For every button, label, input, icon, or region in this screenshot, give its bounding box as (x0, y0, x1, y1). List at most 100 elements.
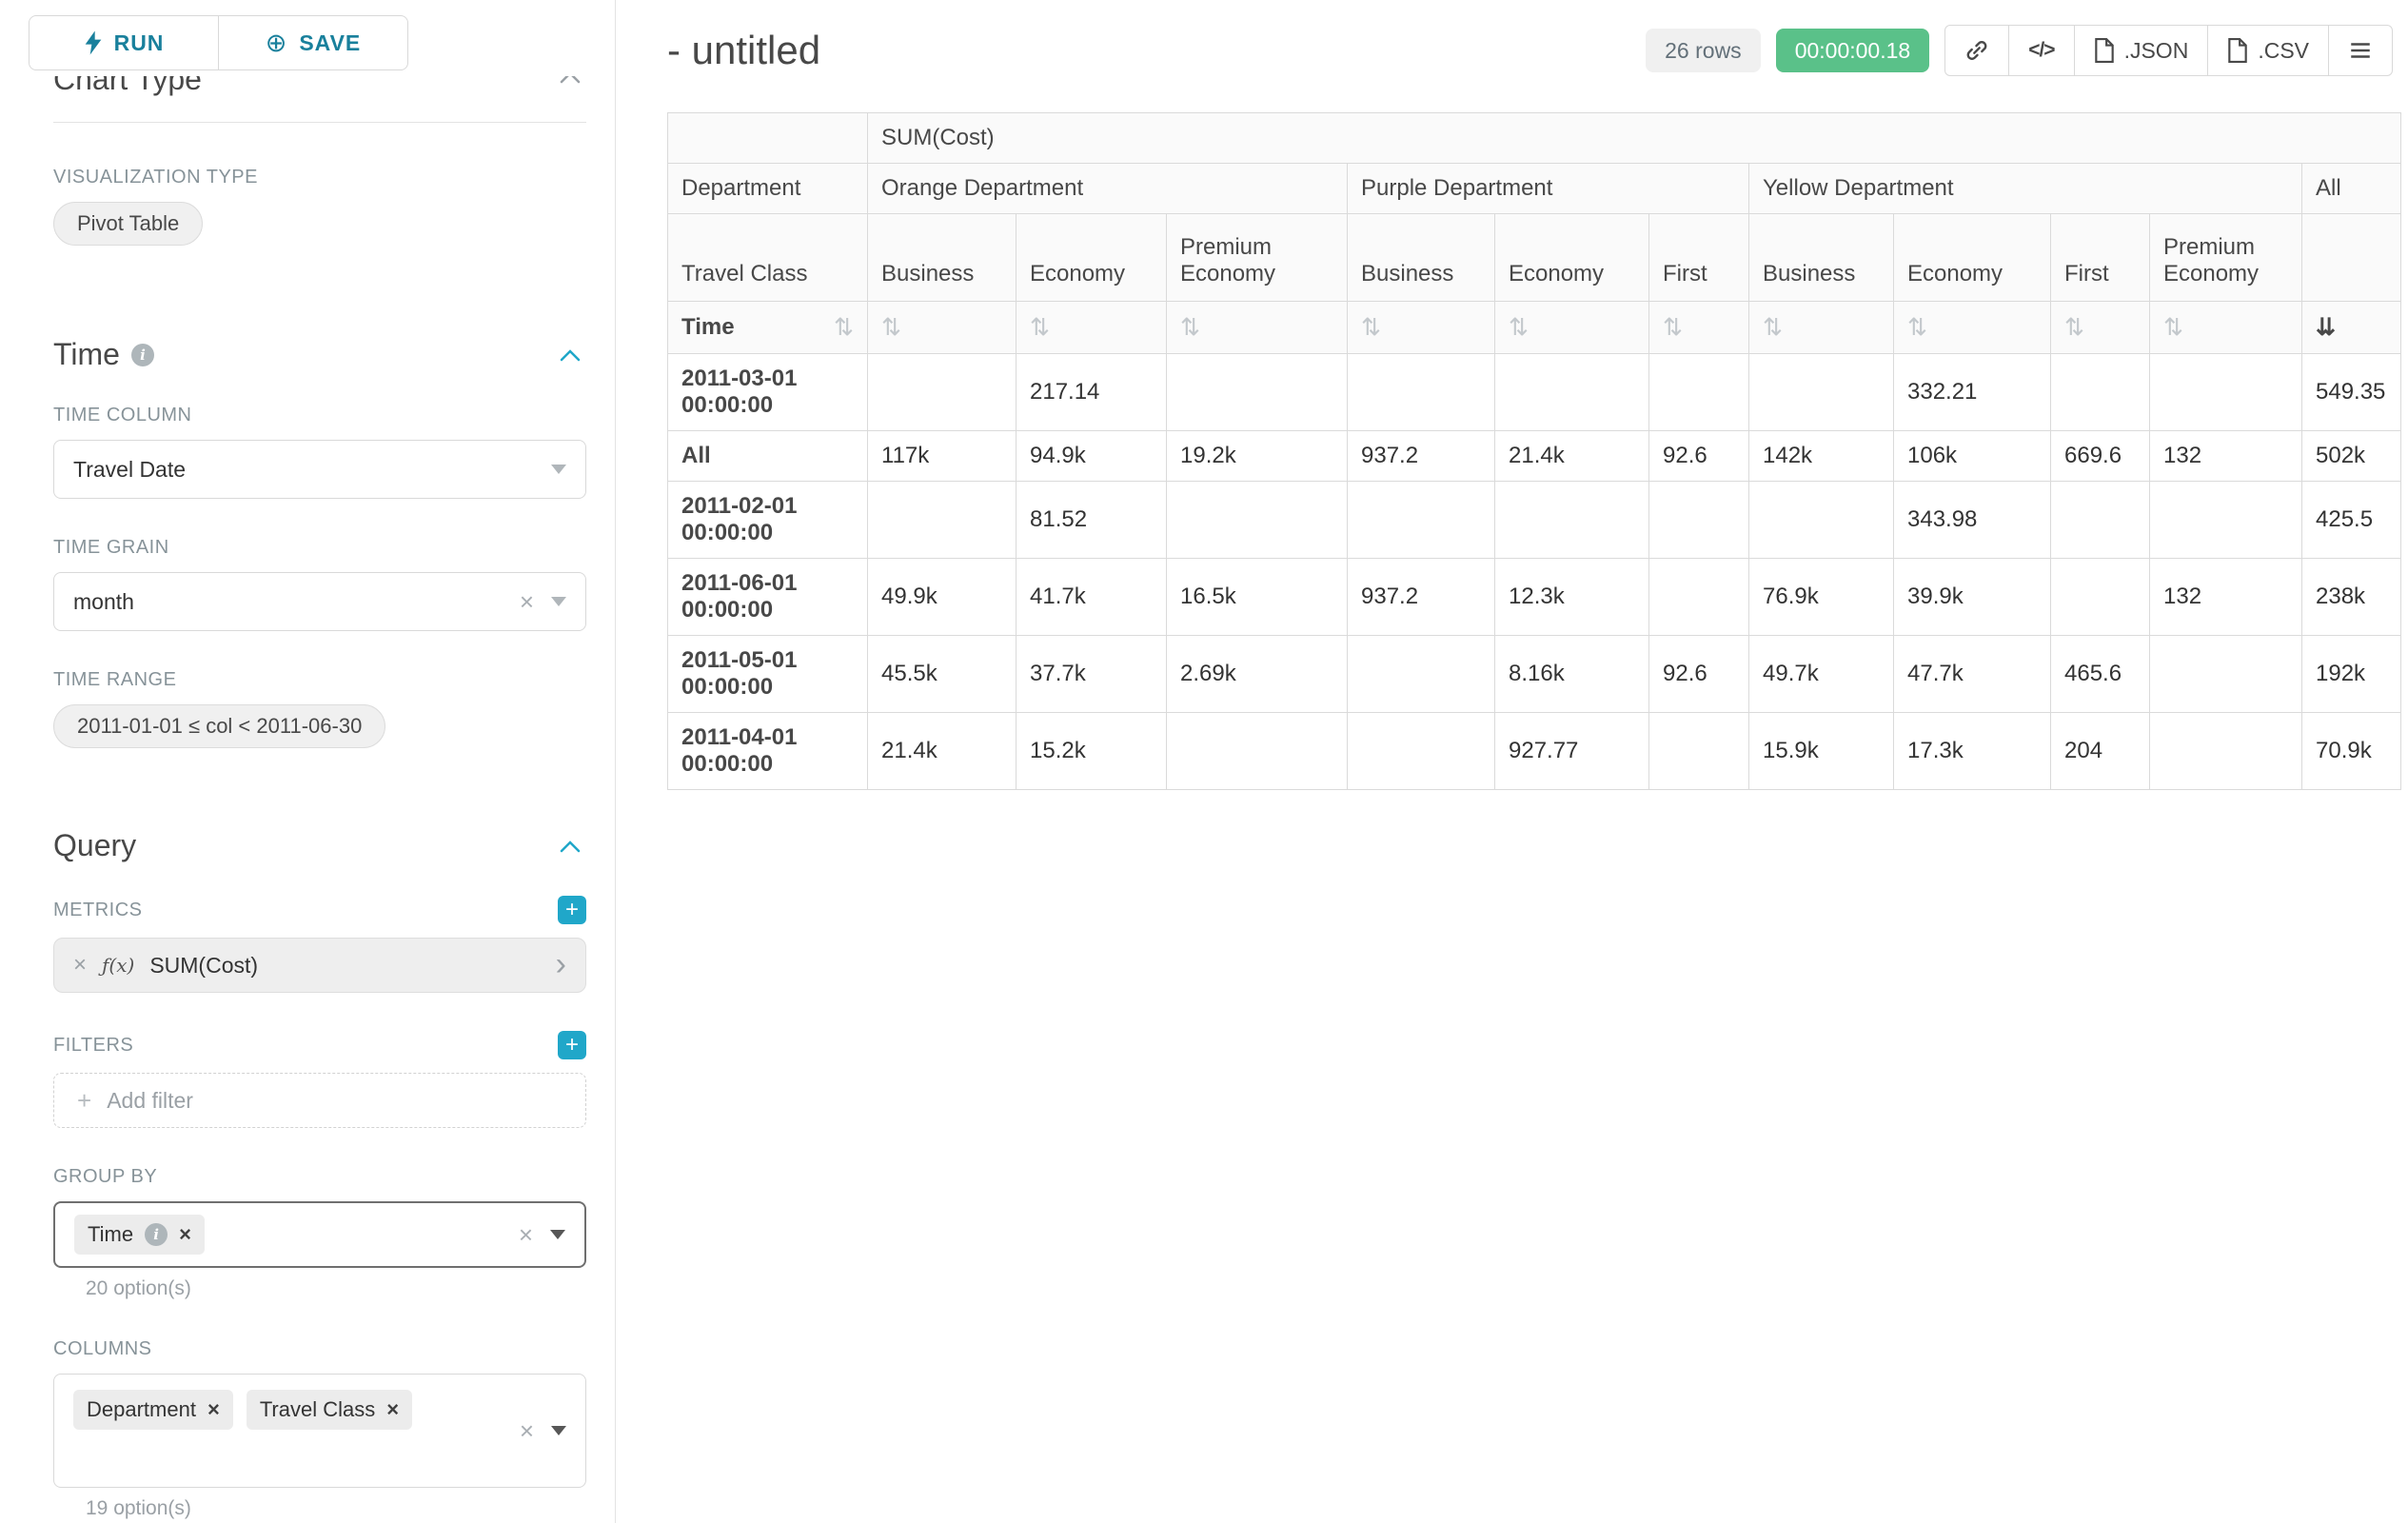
columns-tag-label: Travel Class (260, 1397, 375, 1422)
table-cell (2150, 354, 2302, 431)
metric-pill[interactable]: × ƒ(x) SUM(Cost) › (53, 938, 586, 993)
chevron-down-icon[interactable] (551, 465, 566, 474)
add-filter-dropzone[interactable]: + Add filter (53, 1073, 586, 1128)
add-metric-button[interactable]: + (558, 896, 586, 924)
table-cell: 132 (2150, 431, 2302, 482)
column-sort-cell[interactable]: ⇅ (868, 302, 1016, 354)
column-sort-cell[interactable]: ⇅ (1749, 302, 1894, 354)
sort-icon[interactable]: ⇅ (834, 313, 854, 342)
column-sort-cell[interactable]: ⇅ (1016, 302, 1167, 354)
export-csv-button[interactable]: .CSV (2207, 25, 2329, 76)
column-sort-cell[interactable]: ⇅ (1348, 302, 1495, 354)
clear-icon[interactable]: × (520, 1418, 534, 1443)
export-json-button[interactable]: .JSON (2074, 25, 2209, 76)
group-by-tag[interactable]: Time i × (74, 1215, 205, 1255)
sort-toggle-icon[interactable]: ⇅ (1663, 314, 1683, 341)
sort-toggle-icon[interactable]: ⇅ (1180, 314, 1200, 341)
group-header-cell: Yellow Department (1749, 164, 2302, 214)
table-cell (2051, 559, 2150, 636)
remove-metric-icon[interactable]: × (73, 952, 87, 979)
table-cell: 16.5k (1167, 559, 1348, 636)
row-header: All (668, 431, 868, 482)
chart-title[interactable]: - untitled (667, 28, 820, 73)
table-cell: 19.2k (1167, 431, 1348, 482)
menu-icon (2348, 38, 2373, 63)
metric-header-cell: SUM(Cost) (868, 113, 2401, 164)
column-sort-cell[interactable]: ⇅ (1495, 302, 1649, 354)
column-sort-cell[interactable]: ⇅ (1649, 302, 1749, 354)
time-sort-cell[interactable]: Time ⇅ (668, 302, 868, 354)
time-range-value[interactable]: 2011-01-01 ≤ col < 2011-06-30 (53, 704, 385, 748)
clear-icon[interactable]: × (520, 589, 534, 614)
time-column-label: TIME COLUMN (53, 405, 586, 426)
table-cell (1348, 482, 1495, 559)
sort-toggle-icon[interactable]: ⇅ (1907, 314, 1927, 341)
columns-select[interactable]: Department × Travel Class × × (53, 1374, 586, 1488)
sort-toggle-icon[interactable]: ⇅ (1361, 314, 1381, 341)
query-duration-badge: 00:00:00.18 (1776, 29, 1930, 72)
chevron-down-icon[interactable] (551, 597, 566, 606)
column-sort-cell[interactable]: ⇊ (2302, 302, 2401, 354)
info-icon[interactable]: i (131, 344, 154, 366)
sort-toggle-icon[interactable]: ⇅ (1763, 314, 1783, 341)
share-link-button[interactable] (1944, 25, 2009, 76)
column-sort-cell[interactable]: ⇅ (2150, 302, 2302, 354)
table-cell: 15.9k (1749, 713, 1894, 790)
view-query-button[interactable]: </> (2008, 25, 2074, 76)
time-column-select[interactable]: Travel Date (53, 440, 586, 499)
table-cell (1749, 482, 1894, 559)
add-filter-button[interactable]: + (558, 1031, 586, 1059)
sort-toggle-icon[interactable]: ⇅ (2064, 314, 2084, 341)
table-row: All117k94.9k19.2k937.221.4k92.6142k106k6… (668, 431, 2401, 482)
link-icon (1964, 38, 1989, 63)
table-cell: 927.77 (1495, 713, 1649, 790)
class-header-cell: Business (1348, 214, 1495, 302)
sort-toggle-icon[interactable]: ⇅ (881, 314, 901, 341)
chevron-up-icon[interactable] (560, 840, 581, 853)
time-grain-control: TIME GRAIN month × (53, 537, 586, 631)
run-button[interactable]: RUN (29, 15, 219, 70)
table-cell (1649, 713, 1749, 790)
row-header: 2011-02-01 00:00:00 (668, 482, 868, 559)
remove-tag-icon[interactable]: × (207, 1397, 220, 1422)
table-cell: 132 (2150, 559, 2302, 636)
visualization-type-control: VISUALIZATION TYPE Pivot Table (53, 167, 586, 246)
table-cell (1495, 482, 1649, 559)
sort-toggle-icon[interactable]: ⇅ (1030, 314, 1050, 341)
chevron-right-icon[interactable]: › (556, 952, 566, 978)
table-cell: 21.4k (1495, 431, 1649, 482)
fx-icon: ƒ(x) (102, 954, 134, 977)
visualization-type-value[interactable]: Pivot Table (53, 202, 203, 246)
chevron-up-icon[interactable] (560, 76, 581, 84)
info-icon[interactable]: i (145, 1223, 168, 1246)
table-cell (1167, 482, 1348, 559)
save-button[interactable]: ⊕ SAVE (218, 15, 408, 70)
group-by-tag-label: Time (88, 1222, 133, 1247)
clear-icon[interactable]: × (519, 1222, 533, 1247)
time-grain-label: TIME GRAIN (53, 537, 586, 559)
filters-label: FILTERS (53, 1035, 133, 1057)
group-by-select[interactable]: Time i × × (53, 1201, 586, 1268)
chevron-up-icon[interactable] (560, 348, 581, 362)
table-cell: 502k (2302, 431, 2401, 482)
columns-tag[interactable]: Travel Class × (247, 1390, 412, 1430)
sort-toggle-icon[interactable]: ⇅ (2163, 314, 2183, 341)
sort-header-row: Time ⇅ ⇅ ⇅ ⇅ ⇅ ⇅ ⇅ ⇅ ⇅ ⇅ ⇅ ⇊ (668, 302, 2401, 354)
table-cell: 142k (1749, 431, 1894, 482)
menu-button[interactable] (2328, 25, 2393, 76)
table-cell: 70.9k (2302, 713, 2401, 790)
table-cell: 45.5k (868, 636, 1016, 713)
sort-descending-icon[interactable]: ⇊ (2316, 314, 2336, 341)
filters-control: FILTERS + + Add filter (53, 1031, 586, 1128)
columns-tag[interactable]: Department × (73, 1390, 233, 1430)
remove-tag-icon[interactable]: × (386, 1397, 399, 1422)
table-cell (1348, 713, 1495, 790)
chevron-down-icon[interactable] (551, 1426, 566, 1435)
column-sort-cell[interactable]: ⇅ (1894, 302, 2051, 354)
column-sort-cell[interactable]: ⇅ (2051, 302, 2150, 354)
column-sort-cell[interactable]: ⇅ (1167, 302, 1348, 354)
sort-toggle-icon[interactable]: ⇅ (1509, 314, 1529, 341)
remove-tag-icon[interactable]: × (179, 1222, 191, 1247)
chevron-down-icon[interactable] (550, 1230, 565, 1239)
time-grain-select[interactable]: month × (53, 572, 586, 631)
